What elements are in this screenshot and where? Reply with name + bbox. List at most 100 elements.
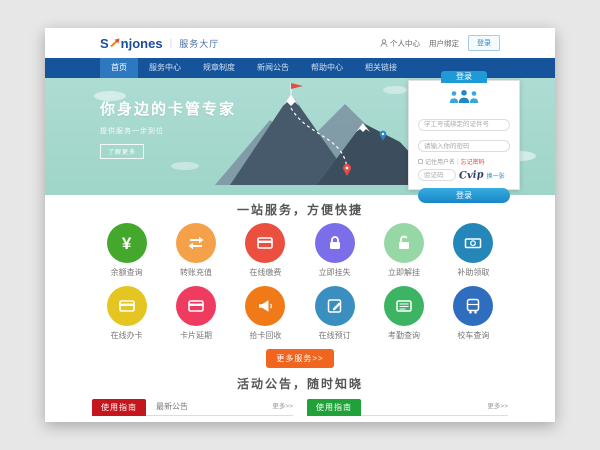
site-name: 服务大厅 xyxy=(179,37,219,50)
personal-center-label: 个人中心 xyxy=(390,38,420,49)
panel-guide-left: 使用指南 最新公告 更多>> xyxy=(92,398,293,416)
service-item-balance[interactable]: ¥ 余额查询 xyxy=(92,223,161,278)
captcha-image[interactable]: Cvip xyxy=(459,169,484,181)
tab-usage-guide-green[interactable]: 使用指南 xyxy=(307,399,361,416)
panel-tab-strip: 使用指南 更多>> xyxy=(307,398,508,416)
service-item-found-card[interactable]: 拾卡回收 xyxy=(231,286,300,341)
forgot-password-link[interactable]: 忘记密码 xyxy=(461,157,485,166)
service-item-attendance[interactable]: 考勤查询 xyxy=(369,286,438,341)
nav-item-help[interactable]: 帮助中心 xyxy=(300,58,354,78)
service-circle[interactable] xyxy=(453,286,493,326)
nav-item-home[interactable]: 首页 xyxy=(100,58,138,78)
service-item-report-loss[interactable]: 立即挂失 xyxy=(300,223,369,278)
announcements-section: 活动公告，随时知晓 使用指南 最新公告 更多>> 使用指南 更多>> xyxy=(45,377,555,416)
service-item-online-booking[interactable]: 在线预订 xyxy=(300,286,369,341)
service-item-subsidy[interactable]: 补助领取 xyxy=(439,223,508,278)
service-circle[interactable] xyxy=(107,286,147,326)
logo-arrow-icon xyxy=(110,38,120,48)
unlock-icon xyxy=(394,233,414,253)
more-link-left[interactable]: 更多>> xyxy=(272,399,293,415)
service-circle[interactable]: ¥ xyxy=(107,223,147,263)
nav-item-service-center[interactable]: 服务中心 xyxy=(138,58,192,78)
logo-text-part1: S xyxy=(100,36,109,51)
hero-banner: 你身边的卡管专家 提供服务一步到位 了解更多 登录 xyxy=(45,78,555,195)
service-label: 在线缴费 xyxy=(231,268,300,278)
user-binding-label: 用户绑定 xyxy=(429,38,459,49)
services-grid: ¥ 余额查询 转账充值 xyxy=(92,223,508,341)
login-tab[interactable]: 登录 xyxy=(441,71,487,83)
tab-latest-news[interactable]: 最新公告 xyxy=(146,399,198,415)
person-icon xyxy=(380,39,388,47)
service-label: 校车查询 xyxy=(439,331,508,341)
service-item-apply-card[interactable]: 在线办卡 xyxy=(92,286,161,341)
service-circle[interactable] xyxy=(384,286,424,326)
service-circle[interactable] xyxy=(245,223,285,263)
service-circle[interactable] xyxy=(176,286,216,326)
captcha-input[interactable] xyxy=(418,169,456,181)
more-link-right[interactable]: 更多>> xyxy=(487,399,508,415)
service-label: 立即解挂 xyxy=(369,268,438,278)
header-login-button[interactable]: 登录 xyxy=(468,35,500,51)
lock-icon xyxy=(325,233,345,253)
service-label: 在线办卡 xyxy=(92,331,161,341)
services-section: 一站服务，方便快捷 ¥ 余额查询 转账充值 xyxy=(45,195,555,368)
tab-usage-guide[interactable]: 使用指南 xyxy=(92,399,146,416)
service-label: 考勤查询 xyxy=(369,331,438,341)
service-label: 立即挂失 xyxy=(300,268,369,278)
hero-title: 你身边的卡管专家 xyxy=(100,98,236,119)
service-item-unfreeze[interactable]: 立即解挂 xyxy=(369,223,438,278)
service-item-school-bus[interactable]: 校车查询 xyxy=(439,286,508,341)
nav-item-rules[interactable]: 规章制度 xyxy=(192,58,246,78)
row-separator: | xyxy=(457,159,459,165)
services-title: 一站服务，方便快捷 xyxy=(45,203,555,217)
service-label: 转账充值 xyxy=(161,268,230,278)
announcement-panels: 使用指南 最新公告 更多>> 使用指南 更多>> xyxy=(92,398,508,416)
hero-cta-button[interactable]: 了解更多 xyxy=(100,144,144,159)
nav-item-links[interactable]: 相关链接 xyxy=(354,58,408,78)
header-right: 个人中心 用户绑定 登录 xyxy=(380,35,500,51)
username-input[interactable] xyxy=(418,119,510,131)
panel-guide-right: 使用指南 更多>> xyxy=(307,398,508,416)
service-item-transfer[interactable]: 转账充值 xyxy=(161,223,230,278)
personal-center-link[interactable]: 个人中心 xyxy=(380,38,420,49)
login-panel: 登录 记住用户名 | 忘记密码 xyxy=(408,80,520,190)
transfer-icon xyxy=(186,233,206,253)
header-divider: | xyxy=(170,38,173,49)
card-icon xyxy=(117,296,137,316)
remember-label: 记住用户名 xyxy=(425,157,455,166)
service-label: 余额查询 xyxy=(92,268,161,278)
desktop-background: { "header": { "logo_part1": "S", "logo_p… xyxy=(0,0,600,450)
nav-item-news[interactable]: 新闻公告 xyxy=(246,58,300,78)
service-item-pay-online[interactable]: 在线缴费 xyxy=(231,223,300,278)
service-circle[interactable] xyxy=(245,286,285,326)
captcha-row: Cvip 换一张 xyxy=(418,169,510,181)
service-label: 拾卡回收 xyxy=(231,331,300,341)
megaphone-icon xyxy=(255,296,275,316)
portal-page: S njones | 服务大厅 个人中心 用户绑定 登录 首页 xyxy=(45,28,555,422)
panel-tab-strip: 使用指南 最新公告 更多>> xyxy=(92,398,293,416)
captcha-refresh-link[interactable]: 换一张 xyxy=(487,171,505,180)
service-circle[interactable] xyxy=(315,223,355,263)
service-circle[interactable] xyxy=(453,223,493,263)
banknote-icon xyxy=(463,233,483,253)
remember-checkbox[interactable] xyxy=(418,159,423,164)
logo-text-part2: njones xyxy=(121,36,163,51)
remember-row: 记住用户名 | 忘记密码 xyxy=(418,157,510,166)
password-input[interactable] xyxy=(418,140,510,152)
synjones-logo[interactable]: S njones xyxy=(100,36,163,51)
hero-subtitle: 提供服务一步到位 xyxy=(100,126,236,136)
user-binding-link[interactable]: 用户绑定 xyxy=(429,38,459,49)
card-icon xyxy=(255,233,275,253)
login-submit-button[interactable]: 登录 xyxy=(418,188,510,203)
more-services-button[interactable]: 更多服务>> xyxy=(266,349,333,368)
bus-icon xyxy=(463,296,483,316)
users-group-icon xyxy=(418,89,510,109)
service-circle[interactable] xyxy=(384,223,424,263)
edit-icon xyxy=(325,296,345,316)
service-circle[interactable] xyxy=(315,286,355,326)
service-label: 在线预订 xyxy=(300,331,369,341)
service-item-card-extend[interactable]: 卡片延期 xyxy=(161,286,230,341)
service-circle[interactable] xyxy=(176,223,216,263)
yen-icon: ¥ xyxy=(122,235,131,252)
card-icon xyxy=(186,296,206,316)
